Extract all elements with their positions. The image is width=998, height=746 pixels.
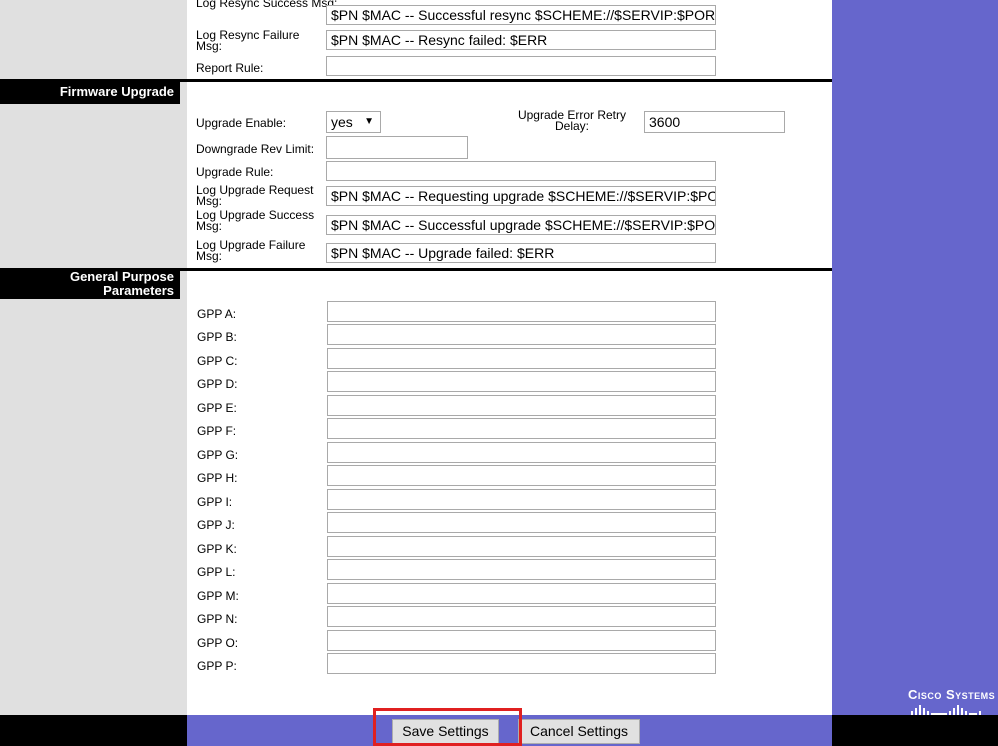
gpp-k-label: GPP K: — [197, 542, 237, 556]
gpp-b-label: GPP B: — [197, 330, 237, 344]
cisco-systems-logo: Cisco Systems — [908, 687, 995, 702]
upgrade-enable-label: Upgrade Enable: — [196, 116, 287, 130]
gpp-g-input[interactable] — [327, 442, 716, 463]
firmware-section-divider — [180, 79, 832, 82]
footer-right — [832, 715, 998, 746]
retry-delay-label: Upgrade Error Retry Delay: — [517, 108, 627, 133]
gpp-i-label: GPP I: — [197, 495, 233, 509]
gpp-d-input[interactable] — [327, 371, 716, 392]
gpp-section-divider — [180, 268, 832, 271]
report-rule-input[interactable] — [326, 56, 716, 76]
log-upgrade-success-label: Log Upgrade Success Msg: — [196, 208, 315, 233]
log-resync-success-label: Log Resync Success Msg: — [196, 0, 338, 10]
gpp-heading-line2: Parameters — [103, 283, 174, 298]
downgrade-rev-limit-label: Downgrade Rev Limit: — [196, 142, 315, 156]
log-upgrade-request-input[interactable]: $PN $MAC -- Requesting upgrade $SCHEME:/… — [326, 186, 716, 206]
log-upgrade-success-input[interactable]: $PN $MAC -- Successful upgrade $SCHEME:/… — [326, 215, 716, 235]
log-resync-failure-input[interactable]: $PN $MAC -- Resync failed: $ERR — [326, 30, 716, 50]
gpp-j-input[interactable] — [327, 512, 716, 533]
retry-delay-input[interactable]: 3600 — [644, 111, 785, 133]
gpp-d-label: GPP D: — [197, 377, 238, 391]
gpp-c-label: GPP C: — [197, 354, 238, 368]
log-resync-success-input[interactable]: $PN $MAC -- Successful resync $SCHEME://… — [326, 5, 716, 25]
upgrade-rule-label: Upgrade Rule: — [196, 165, 274, 179]
cisco-systems-text: Cisco Systems — [908, 687, 996, 702]
gpp-f-input[interactable] — [327, 418, 716, 439]
gpp-a-input[interactable] — [327, 301, 716, 322]
report-rule-label: Report Rule: — [196, 61, 264, 75]
gpp-k-input[interactable] — [327, 536, 716, 557]
gpp-l-label: GPP L: — [197, 565, 236, 579]
cancel-settings-button[interactable]: Cancel Settings — [518, 719, 640, 744]
gpp-a-label: GPP A: — [197, 307, 237, 321]
footer-left — [0, 715, 187, 746]
gpp-i-input[interactable] — [327, 489, 716, 510]
gpp-heading-line1: General Purpose — [69, 269, 174, 284]
left-panel — [0, 0, 187, 715]
gpp-h-label: GPP H: — [197, 471, 238, 485]
gpp-b-input[interactable] — [327, 324, 716, 345]
gpp-c-input[interactable] — [327, 348, 716, 369]
gpp-p-label: GPP P: — [197, 659, 237, 673]
save-button-highlight — [373, 708, 522, 746]
gpp-m-label: GPP M: — [197, 589, 239, 603]
upgrade-enable-select[interactable]: yes ▼ — [326, 111, 381, 133]
downgrade-rev-limit-input[interactable] — [326, 136, 468, 159]
gpp-e-input[interactable] — [327, 395, 716, 416]
right-panel — [832, 0, 998, 715]
gpp-n-label: GPP N: — [197, 612, 238, 626]
firmware-upgrade-heading: Firmware Upgrade — [0, 79, 180, 104]
gpp-o-input[interactable] — [327, 630, 716, 651]
log-resync-failure-label: Log Resync Failure Msg: — [196, 28, 300, 53]
log-upgrade-failure-input[interactable]: $PN $MAC -- Upgrade failed: $ERR — [326, 243, 716, 263]
upgrade-enable-value: yes — [331, 114, 353, 130]
log-upgrade-failure-label: Log Upgrade Failure Msg: — [196, 238, 306, 263]
gpp-e-label: GPP E: — [197, 401, 237, 415]
gpp-j-label: GPP J: — [197, 518, 235, 532]
gpp-f-label: GPP F: — [197, 424, 237, 438]
gpp-l-input[interactable] — [327, 559, 716, 580]
gpp-heading: General Purpose Parameters — [0, 268, 180, 299]
gpp-m-input[interactable] — [327, 583, 716, 604]
gpp-o-label: GPP O: — [197, 636, 239, 650]
gpp-h-input[interactable] — [327, 465, 716, 486]
upgrade-rule-input[interactable] — [326, 161, 716, 181]
gpp-g-label: GPP G: — [197, 448, 239, 462]
log-upgrade-request-label: Log Upgrade Request Msg: — [196, 183, 314, 208]
dropdown-arrow-icon: ▼ — [364, 116, 374, 127]
gpp-n-input[interactable] — [327, 606, 716, 627]
gpp-p-input[interactable] — [327, 653, 716, 674]
